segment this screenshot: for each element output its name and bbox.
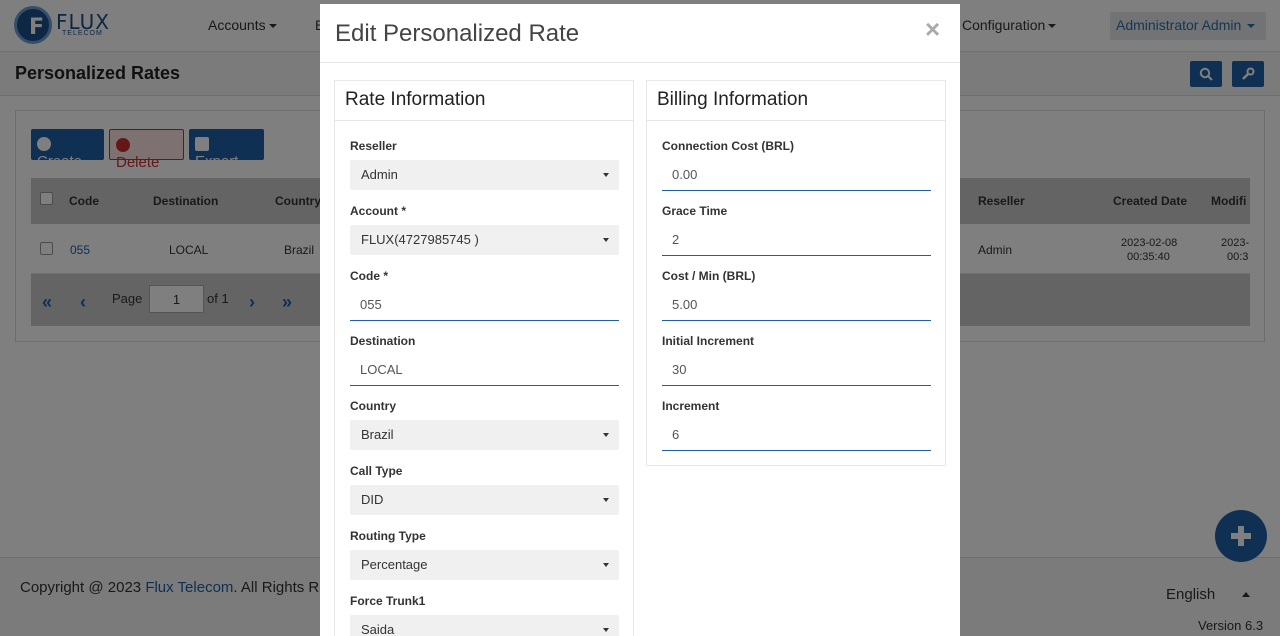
increment-label: Increment <box>662 399 720 413</box>
increment-input[interactable]: 6 <box>662 420 931 451</box>
reseller-value: Admin <box>361 167 398 182</box>
country-label: Country <box>350 399 396 413</box>
call-type-value: DID <box>361 492 384 507</box>
country-select[interactable]: Brazil <box>350 420 619 450</box>
cost-per-min-input[interactable]: 5.00 <box>662 290 931 321</box>
edit-rate-modal: Edit Personalized Rate × Rate Informatio… <box>320 4 960 636</box>
routing-type-value: Percentage <box>361 557 428 572</box>
code-input[interactable]: 055 <box>350 290 619 321</box>
call-type-label: Call Type <box>350 464 403 478</box>
account-select[interactable]: FLUX(4727985745 ) <box>350 225 619 255</box>
cost-per-min-label: Cost / Min (BRL) <box>662 269 756 283</box>
account-value: FLUX(4727985745 ) <box>361 232 479 247</box>
initial-increment-input[interactable]: 30 <box>662 355 931 386</box>
force-trunk-value: Saida <box>361 622 395 636</box>
country-value: Brazil <box>361 427 394 442</box>
rate-information-heading: Rate Information <box>335 81 633 121</box>
modal-header: Edit Personalized Rate × <box>320 4 960 63</box>
rate-information-panel: Rate Information Reseller Admin Account … <box>334 80 634 636</box>
reseller-select[interactable]: Admin <box>350 160 619 190</box>
initial-increment-label: Initial Increment <box>662 334 755 348</box>
call-type-select[interactable]: DID <box>350 485 619 515</box>
billing-information-heading: Billing Information <box>647 81 945 121</box>
routing-type-label: Routing Type <box>350 529 426 543</box>
chevron-down-icon <box>603 238 609 242</box>
force-trunk-select[interactable]: Saida <box>350 615 619 636</box>
connection-cost-label: Connection Cost (BRL) <box>662 139 794 153</box>
chevron-down-icon <box>603 498 609 502</box>
chevron-down-icon <box>603 173 609 177</box>
destination-label: Destination <box>350 334 416 348</box>
destination-input[interactable]: LOCAL <box>350 355 619 386</box>
close-icon[interactable]: × <box>925 16 940 42</box>
modal-title: Edit Personalized Rate <box>335 20 580 47</box>
chevron-down-icon <box>603 563 609 567</box>
reseller-label: Reseller <box>350 139 397 153</box>
routing-type-select[interactable]: Percentage <box>350 550 619 580</box>
force-trunk-label: Force Trunk1 <box>350 594 426 608</box>
grace-time-label: Grace Time <box>662 204 728 218</box>
grace-time-input[interactable]: 2 <box>662 225 931 256</box>
billing-information-panel: Billing Information Connection Cost (BRL… <box>646 80 946 466</box>
chevron-down-icon <box>603 628 609 632</box>
account-label: Account * <box>350 204 407 218</box>
connection-cost-input[interactable]: 0.00 <box>662 160 931 191</box>
code-label: Code * <box>350 269 389 283</box>
chevron-down-icon <box>603 433 609 437</box>
